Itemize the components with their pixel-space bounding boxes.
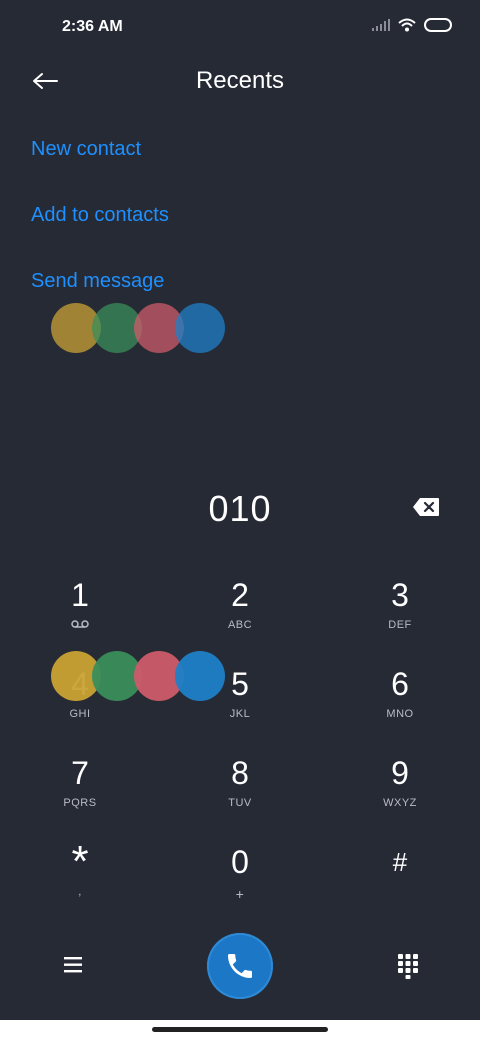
dot-blue bbox=[175, 651, 225, 701]
battery-icon bbox=[424, 18, 452, 32]
key-digit: 8 bbox=[231, 755, 249, 791]
key-star[interactable]: * , bbox=[20, 837, 140, 922]
call-button[interactable] bbox=[207, 933, 273, 999]
new-contact-link[interactable]: New contact bbox=[31, 138, 141, 161]
dialpad-icon bbox=[398, 954, 418, 979]
status-bar: 2:36 AM bbox=[0, 0, 480, 56]
key-2[interactable]: 2 ABC bbox=[180, 575, 300, 655]
color-dots-overlay bbox=[51, 651, 231, 703]
key-letters: + bbox=[235, 886, 245, 902]
key-hash[interactable]: # bbox=[340, 842, 460, 922]
key-letters: GHI bbox=[69, 708, 91, 720]
dialpad-button[interactable] bbox=[394, 952, 422, 980]
backspace-button[interactable] bbox=[412, 497, 442, 519]
key-digit: 1 bbox=[71, 577, 89, 613]
app-bar: Recents bbox=[0, 56, 480, 108]
backspace-icon bbox=[413, 498, 439, 516]
key-1[interactable]: 1 bbox=[20, 575, 140, 655]
send-message-link[interactable]: Send message bbox=[31, 270, 164, 293]
key-digit: 7 bbox=[71, 755, 89, 791]
add-to-contacts-link[interactable]: Add to contacts bbox=[31, 204, 169, 227]
key-digit: 3 bbox=[391, 577, 409, 613]
key-letters: TUV bbox=[228, 797, 252, 809]
key-letters: ABC bbox=[227, 619, 253, 631]
dot-blue bbox=[175, 303, 225, 353]
key-digit: 2 bbox=[231, 577, 249, 613]
key-letters: PQRS bbox=[63, 797, 97, 809]
key-letters: MNO bbox=[386, 708, 414, 720]
key-digit: 9 bbox=[391, 755, 409, 791]
home-indicator[interactable] bbox=[152, 1027, 328, 1032]
key-8[interactable]: 8 TUV bbox=[180, 753, 300, 833]
key-digit: * bbox=[71, 837, 89, 886]
wifi-icon bbox=[398, 18, 416, 32]
key-letters: DEF bbox=[388, 619, 412, 631]
key-6[interactable]: 6 MNO bbox=[340, 664, 460, 744]
key-letters: JKL bbox=[229, 708, 251, 720]
key-letters: , bbox=[78, 886, 82, 898]
key-7[interactable]: 7 PQRS bbox=[20, 753, 140, 833]
key-digit: 6 bbox=[391, 666, 409, 702]
phone-icon bbox=[228, 954, 252, 978]
system-nav-bar bbox=[0, 1020, 480, 1040]
status-icons bbox=[372, 18, 452, 32]
status-time: 2:36 AM bbox=[62, 18, 123, 35]
key-letters bbox=[340, 886, 460, 900]
key-digit: # bbox=[392, 847, 408, 877]
signal-icon bbox=[372, 19, 390, 31]
key-9[interactable]: 9 WXYZ bbox=[340, 753, 460, 833]
bottom-bar bbox=[0, 930, 480, 1002]
key-letters: WXYZ bbox=[383, 797, 417, 809]
key-0[interactable]: 0 + bbox=[180, 842, 300, 922]
dialed-number: 010 bbox=[208, 488, 272, 529]
key-3[interactable]: 3 DEF bbox=[340, 575, 460, 655]
menu-icon bbox=[64, 957, 82, 973]
voicemail-icon bbox=[20, 619, 140, 633]
color-dots-overlay bbox=[51, 303, 231, 355]
page-title: Recents bbox=[195, 67, 285, 94]
key-digit: 0 bbox=[231, 844, 249, 880]
menu-button[interactable] bbox=[58, 952, 88, 978]
